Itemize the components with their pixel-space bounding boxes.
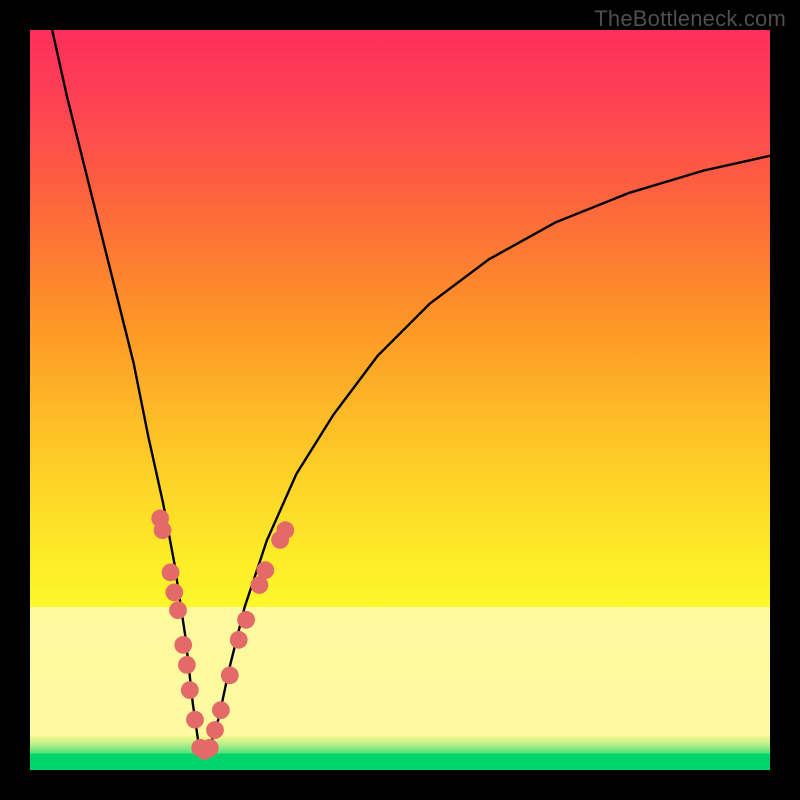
left-arm-dot — [165, 584, 183, 602]
data-points — [151, 510, 294, 760]
right-arm-dot — [237, 611, 255, 629]
right-arm-dot — [230, 631, 248, 649]
frame: TheBottleneck.com — [0, 0, 800, 800]
left-arm-dot — [162, 564, 180, 582]
right-arm-dot — [212, 701, 230, 719]
left-arm-dot — [181, 681, 199, 699]
left-arm-dot — [169, 601, 187, 619]
right-arm-dot — [276, 521, 294, 539]
left-arm-dot — [174, 636, 192, 654]
right-arm-dot — [206, 721, 224, 739]
right-arm-dot — [221, 666, 239, 684]
valley-dot — [201, 739, 219, 757]
left-arm-dot — [154, 521, 172, 539]
left-arm-dot — [178, 656, 196, 674]
bottleneck-curve — [52, 30, 770, 755]
right-arm-dot — [256, 561, 274, 579]
chart-svg — [30, 30, 770, 770]
left-arm-dot — [186, 711, 204, 729]
watermark-text: TheBottleneck.com — [594, 6, 786, 32]
plot-area — [30, 30, 770, 770]
